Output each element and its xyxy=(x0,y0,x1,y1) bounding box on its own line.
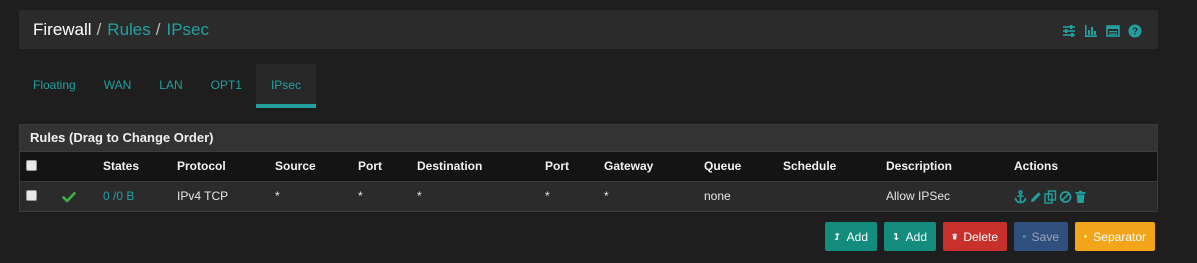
tab-lan[interactable]: LAN xyxy=(145,64,196,108)
delete-label: Delete xyxy=(963,229,998,244)
col-states[interactable]: States xyxy=(103,152,139,181)
separator-button[interactable]: Separator xyxy=(1075,222,1155,251)
separator-label: Separator xyxy=(1093,229,1146,244)
row-checkbox[interactable] xyxy=(26,190,37,201)
svg-text:?: ? xyxy=(1132,27,1138,38)
add-top-label: Add xyxy=(846,229,868,244)
arrow-up-icon xyxy=(834,232,840,240)
table-row[interactable]: 0 /0 B IPv4 TCP * * * * * none Allow IPS… xyxy=(20,181,1157,211)
col-description[interactable]: Description xyxy=(886,152,952,181)
sliders-icon[interactable] xyxy=(1062,24,1076,38)
row-actions xyxy=(1014,182,1087,211)
save-button[interactable]: Save xyxy=(1014,222,1068,251)
panel-title: Rules (Drag to Change Order) xyxy=(20,125,1157,152)
col-destination[interactable]: Destination xyxy=(417,152,482,181)
table-header: States Protocol Source Port Destination … xyxy=(20,152,1157,181)
breadcrumb-firewall: Firewall xyxy=(33,20,92,39)
copy-icon[interactable] xyxy=(1044,189,1057,204)
plus-icon xyxy=(1084,235,1088,238)
delete-button[interactable]: Delete xyxy=(943,222,1007,251)
tab-opt1[interactable]: OPT1 xyxy=(197,64,256,108)
col-queue[interactable]: Queue xyxy=(704,152,741,181)
row-destination-port: * xyxy=(545,189,550,203)
tab-wan[interactable]: WAN xyxy=(90,64,146,108)
page-header: Firewall / Rules / IPsec ? xyxy=(19,10,1158,49)
row-states[interactable]: 0 /0 B xyxy=(103,182,134,211)
col-actions: Actions xyxy=(1014,159,1059,173)
anchor-icon[interactable] xyxy=(1014,189,1027,204)
col-source[interactable]: Source xyxy=(275,152,316,181)
row-gateway: * xyxy=(604,189,609,203)
breadcrumb-ipsec-link[interactable]: IPsec xyxy=(167,20,210,39)
trash-icon xyxy=(952,233,958,240)
add-bottom-label: Add xyxy=(905,229,927,244)
col-source-port[interactable]: Port xyxy=(358,152,382,181)
check-icon[interactable] xyxy=(62,182,76,211)
col-gateway[interactable]: Gateway xyxy=(604,152,653,181)
row-description: Allow IPSec xyxy=(886,189,951,203)
rules-panel: Rules (Drag to Change Order) States Prot… xyxy=(19,124,1158,212)
floppy-icon xyxy=(1023,235,1026,238)
trash-icon[interactable] xyxy=(1074,190,1087,204)
help-icon[interactable]: ? xyxy=(1128,24,1142,38)
select-all-checkbox[interactable] xyxy=(26,160,37,171)
action-buttons: Add Add Delete Save Separator xyxy=(825,222,1155,251)
breadcrumb-separator: / xyxy=(155,20,161,39)
bar-chart-icon[interactable] xyxy=(1084,24,1098,38)
pencil-icon[interactable] xyxy=(1029,190,1042,204)
breadcrumb-separator: / xyxy=(96,20,102,39)
col-schedule[interactable]: Schedule xyxy=(783,152,836,181)
col-protocol[interactable]: Protocol xyxy=(177,152,226,181)
col-destination-port[interactable]: Port xyxy=(545,152,569,181)
ban-icon[interactable] xyxy=(1059,190,1072,204)
save-label: Save xyxy=(1031,229,1059,244)
row-source-port: * xyxy=(358,189,363,203)
tab-ipsec[interactable]: IPsec xyxy=(255,64,316,108)
breadcrumb: Firewall / Rules / IPsec xyxy=(33,19,209,41)
arrow-down-icon xyxy=(893,233,899,241)
row-queue: none xyxy=(704,189,731,203)
row-protocol: IPv4 TCP xyxy=(177,189,229,203)
row-source: * xyxy=(275,189,280,203)
add-bottom-button[interactable]: Add xyxy=(884,222,936,251)
row-destination: * xyxy=(417,189,422,203)
tab-floating[interactable]: Floating xyxy=(19,64,90,108)
interface-tabs: Floating WAN LAN OPT1 IPsec xyxy=(19,64,316,108)
table-icon[interactable] xyxy=(1106,24,1120,38)
header-icons: ? xyxy=(1062,24,1142,38)
breadcrumb-rules-link[interactable]: Rules xyxy=(107,20,150,39)
add-top-button[interactable]: Add xyxy=(825,222,877,251)
